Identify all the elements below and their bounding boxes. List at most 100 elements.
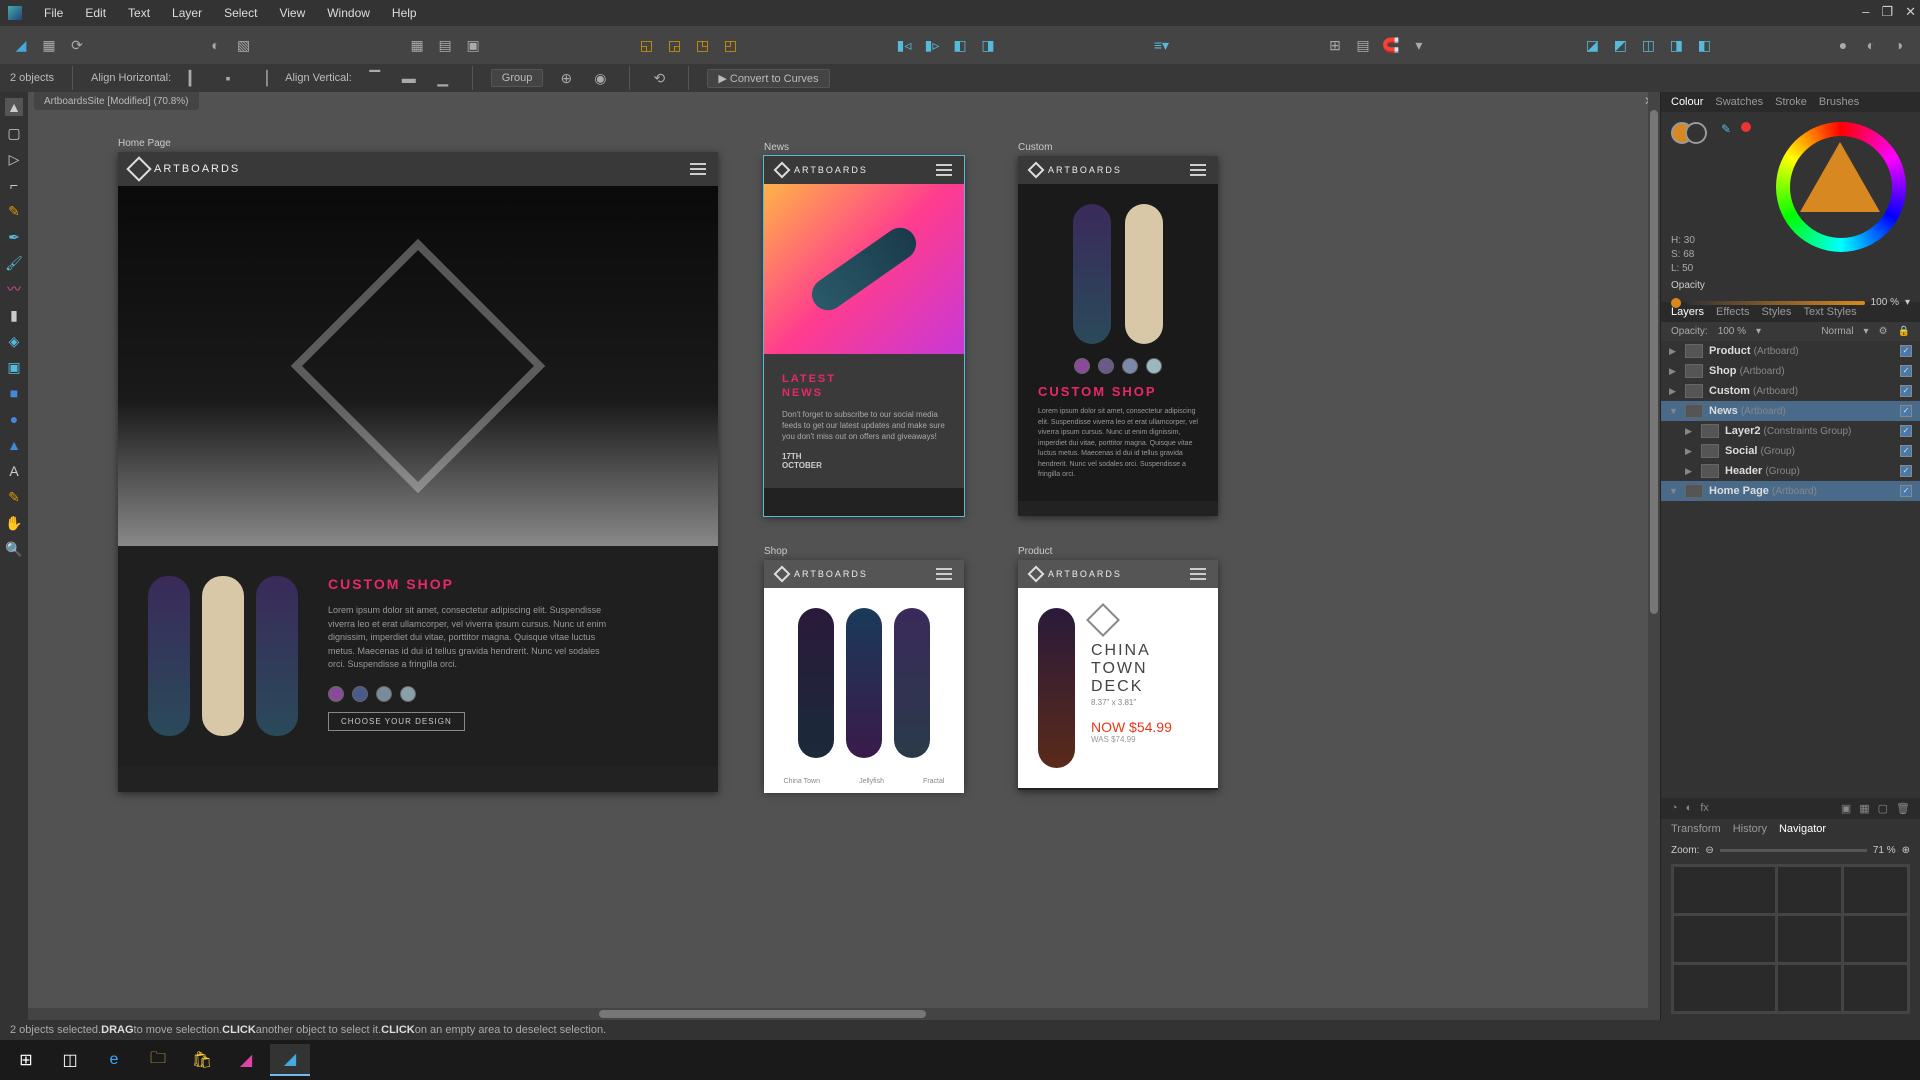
zoom-value[interactable]: 71 % (1873, 845, 1896, 856)
layer-visible-checkbox[interactable]: ✓ (1900, 465, 1912, 477)
cycle-selection-icon[interactable]: ⟲ (648, 67, 670, 89)
layer-visible-checkbox[interactable]: ✓ (1900, 385, 1912, 397)
no-fill-icon[interactable] (1741, 122, 1751, 132)
snap-dropdown-icon[interactable]: ▾ (1408, 34, 1430, 56)
persona-designer-icon[interactable]: ◢ (10, 34, 32, 56)
layer-row[interactable]: ▶Header (Group)✓ (1661, 461, 1920, 481)
layer-visible-checkbox[interactable]: ✓ (1900, 425, 1912, 437)
group-button[interactable]: Group (491, 69, 544, 87)
layer-lock-icon[interactable]: 🔒 (1898, 326, 1910, 337)
expand-arrow-icon[interactable]: ▼ (1669, 486, 1679, 496)
bool-divide-icon[interactable]: ◧ (1693, 34, 1715, 56)
layer-visible-checkbox[interactable]: ✓ (1900, 405, 1912, 417)
align-right-icon[interactable]: ▕ (251, 67, 273, 89)
fill-tool-icon[interactable]: ▮ (5, 306, 23, 324)
adjust-layer-icon[interactable]: ◐ (1686, 802, 1693, 815)
canvas-viewport[interactable]: ArtboardsSite [Modified] (70.8%) ✕ Home … (28, 92, 1660, 1020)
artboard-shop[interactable]: ARTBOARDS China Town Jellyfish Fractal (764, 560, 964, 790)
layer-row[interactable]: ▶Social (Group)✓ (1661, 441, 1920, 461)
ellipse-tool-icon[interactable]: ● (5, 410, 23, 428)
eyedrop-tool-icon[interactable]: ✎ (5, 488, 23, 506)
affinity-designer-icon[interactable]: ◢ (270, 1044, 310, 1076)
convert-curves-button[interactable]: ▶ Convert to Curves (707, 69, 829, 88)
bool-add-icon[interactable]: ◪ (1581, 34, 1603, 56)
minimize-button[interactable]: – (1862, 4, 1869, 20)
align-bottom-icon[interactable]: ▁ (432, 67, 454, 89)
artboard-news[interactable]: ARTBOARDS LATEST NEWS Don't forget to su… (764, 156, 964, 516)
rotate-ccw-icon[interactable]: ◧ (949, 34, 971, 56)
opacity-slider[interactable] (1687, 301, 1865, 305)
zoom-out-icon[interactable]: ⊖ (1705, 845, 1713, 856)
delete-layer-icon[interactable]: 🗑 (1896, 802, 1910, 815)
artboard-label-news[interactable]: News (764, 142, 789, 153)
hide-selection-icon[interactable]: ◉ (589, 67, 611, 89)
tab-history[interactable]: History (1733, 823, 1767, 835)
snap-baseline-icon[interactable]: ▤ (434, 34, 456, 56)
align-top-icon[interactable]: ▔ (364, 67, 386, 89)
crop-tool-icon[interactable]: ▣ (5, 358, 23, 376)
preview-mode-icon[interactable]: ▧ (233, 34, 255, 56)
layer-opacity-value[interactable]: 100 % (1718, 326, 1746, 337)
artboard-label-shop[interactable]: Shop (764, 546, 787, 557)
expand-arrow-icon[interactable]: ▶ (1685, 466, 1695, 477)
opacity-dropdown-icon[interactable]: ▾ (1905, 297, 1910, 308)
grid-icon[interactable]: ⊞ (1324, 34, 1346, 56)
layer-row[interactable]: ▶Product (Artboard)✓ (1661, 341, 1920, 361)
flip-h-icon[interactable]: ▮◃ (893, 34, 915, 56)
transparency-tool-icon[interactable]: ◈ (5, 332, 23, 350)
insert-target-icon[interactable]: ● (1832, 34, 1854, 56)
align-center-icon[interactable]: ▪ (217, 67, 239, 89)
layer-row[interactable]: ▶Custom (Artboard)✓ (1661, 381, 1920, 401)
pencil-tool-icon[interactable]: ✎ (5, 202, 23, 220)
transform-origin-icon[interactable]: ⊕ (555, 67, 577, 89)
tab-colour[interactable]: Colour (1671, 96, 1703, 108)
text-tool-icon[interactable]: A (5, 462, 23, 480)
move-tool-icon[interactable]: ▲ (5, 98, 23, 116)
align-dropdown-icon[interactable]: ≡▾ (1150, 34, 1172, 56)
layer-row[interactable]: ▶Layer2 (Constraints Group)✓ (1661, 421, 1920, 441)
zoom-in-icon[interactable]: ⊕ (1902, 845, 1910, 856)
explorer-icon[interactable]: 🗀 (138, 1044, 178, 1076)
menu-view[interactable]: View (279, 6, 305, 20)
artboard-label-home[interactable]: Home Page (118, 138, 171, 149)
add-layer-icon[interactable]: ▢ (1878, 802, 1888, 815)
tab-stroke[interactable]: Stroke (1775, 96, 1807, 108)
mask-layer-icon[interactable]: ◔ (1671, 802, 1678, 815)
task-view-icon[interactable]: ◫ (50, 1044, 90, 1076)
affinity-photo-icon[interactable]: ◢ (226, 1044, 266, 1076)
pen-tool-icon[interactable]: ✒ (5, 228, 23, 246)
arrange-back-icon[interactable]: ◰ (720, 34, 742, 56)
zoom-slider[interactable] (1720, 849, 1867, 852)
edge-icon[interactable]: e (94, 1044, 134, 1076)
artboard-tool-icon[interactable]: ▢ (5, 124, 23, 142)
navigator-preview[interactable] (1671, 864, 1910, 1014)
menu-window[interactable]: Window (327, 6, 370, 20)
menu-layer[interactable]: Layer (172, 6, 202, 20)
insert-behind-icon[interactable]: ◐ (1860, 34, 1882, 56)
layer-row[interactable]: ▶Shop (Artboard)✓ (1661, 361, 1920, 381)
tab-navigator[interactable]: Navigator (1779, 823, 1826, 835)
artboard-custom[interactable]: ARTBOARDS CUSTOM SHOP Lorem ipsum dolor … (1018, 156, 1218, 516)
horizontal-scrollbar[interactable] (28, 1008, 1660, 1020)
align-middle-icon[interactable]: ▬ (398, 67, 420, 89)
rotate-cw-icon[interactable]: ◨ (977, 34, 999, 56)
corner-tool-icon[interactable]: ⌐ (5, 176, 23, 194)
flip-v-icon[interactable]: ▮▹ (921, 34, 943, 56)
layer-opacity-dropdown-icon[interactable]: ▾ (1756, 326, 1761, 337)
bool-intersect-icon[interactable]: ◫ (1637, 34, 1659, 56)
maximize-button[interactable]: ❐ (1881, 4, 1893, 20)
layer-row[interactable]: ▼News (Artboard)✓ (1661, 401, 1920, 421)
layer-visible-checkbox[interactable]: ✓ (1900, 345, 1912, 357)
close-button[interactable]: ✕ (1905, 4, 1916, 20)
zoom-tool-icon[interactable]: 🔍 (5, 540, 23, 558)
node-tool-icon[interactable]: ▷ (5, 150, 23, 168)
rectangle-tool-icon[interactable]: ■ (5, 384, 23, 402)
smudge-tool-icon[interactable]: 〰 (5, 280, 23, 298)
tab-swatches[interactable]: Swatches (1715, 96, 1763, 108)
blend-dropdown-icon[interactable]: ▾ (1864, 326, 1869, 337)
snap-grid-icon[interactable]: ▦ (406, 34, 428, 56)
artboard-product[interactable]: ARTBOARDS CHINA TOWN DECK 8.37" x 3.81" … (1018, 560, 1218, 790)
document-tab[interactable]: ArtboardsSite [Modified] (70.8%) (34, 92, 199, 110)
persona-export-icon[interactable]: ⟳ (66, 34, 88, 56)
layer-settings-icon[interactable]: ⚙ (1879, 326, 1888, 337)
